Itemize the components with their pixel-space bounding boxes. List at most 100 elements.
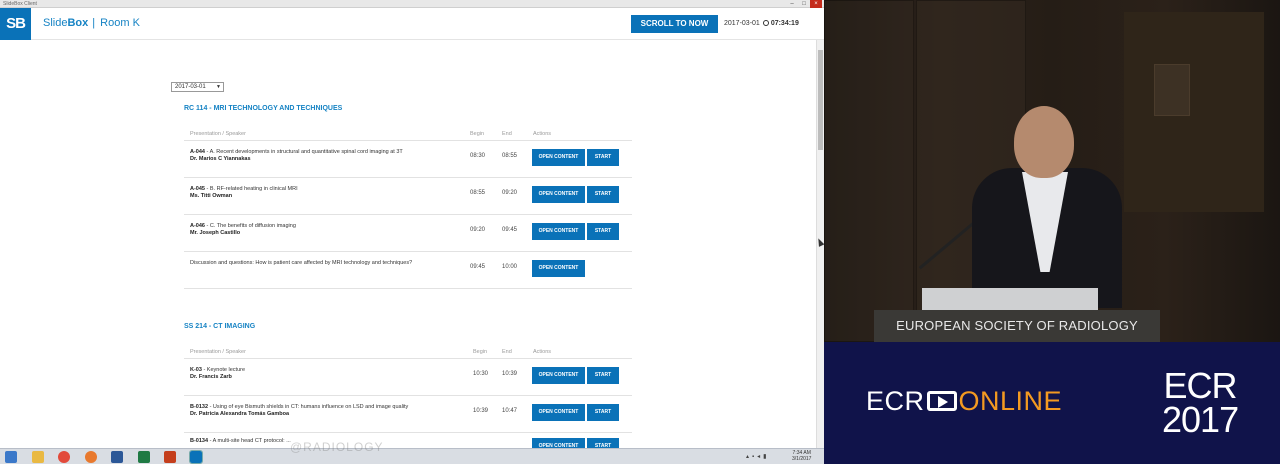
presentation-title: - C. The benefits of diffusion imaging (204, 223, 296, 229)
table-row: B-0132 - Using of eye Bismuth shields in… (184, 404, 632, 424)
room-name: Room K (100, 17, 140, 29)
divider (184, 140, 632, 141)
chrome-icon[interactable] (58, 451, 70, 463)
col-presentation: Presentation / Speaker (190, 131, 246, 137)
presentation-title: Discussion and questions: How is patient… (190, 260, 413, 266)
presentation-title: - Using of eye Bismuth shields in CT: hu… (208, 404, 409, 410)
tray-date: 3/1/2017 (792, 456, 812, 462)
open-content-button[interactable]: OPEN CONTENT (532, 223, 585, 240)
speaker-video: EUROPEAN SOCIETY OF RADIOLOGY (824, 0, 1280, 342)
slidebox-taskbar-icon[interactable] (189, 450, 203, 464)
wall-panel (824, 0, 914, 342)
podium: EUROPEAN SOCIETY OF RADIOLOGY (874, 310, 1160, 342)
online-text: ONLINE (958, 386, 1063, 416)
presentation-cell: Discussion and questions: How is patient… (190, 260, 460, 267)
divider (184, 177, 632, 178)
col-presentation: Presentation / Speaker (190, 349, 246, 355)
open-content-button[interactable]: OPEN CONTENT (532, 404, 585, 421)
scroll-to-now-button[interactable]: SCROLL TO NOW (631, 15, 718, 33)
col-actions: Actions (533, 131, 552, 137)
podium-label: EUROPEAN SOCIETY OF RADIOLOGY (896, 318, 1138, 333)
window-controls: – □ × (786, 0, 822, 8)
current-date: 2017-03-01 (724, 20, 760, 27)
end-time: 08:55 (502, 153, 518, 159)
start-button[interactable]: START (587, 367, 619, 384)
presentation-title: - Keynote lecture (201, 367, 246, 373)
date-select[interactable]: 2017-03-01 ▼ (171, 82, 224, 92)
start-button[interactable]: START (587, 404, 619, 421)
presentation-code: B-0132 (190, 404, 209, 410)
end-time: 10:00 (502, 264, 518, 270)
speaker-head (1014, 106, 1074, 178)
open-content-button[interactable]: OPEN CONTENT (532, 149, 585, 166)
presentation-cell: K-03 - Keynote lecture Dr. Francis Zarb (190, 367, 460, 381)
tray-clock[interactable]: 7:34 AM 3/1/2017 (792, 450, 811, 462)
presentation-title: - A multi-site head CT protocol: ... (208, 438, 291, 444)
powerpoint-icon[interactable] (164, 451, 176, 463)
screen-capture: SlideBox Client – □ × SB SlideBox | Room … (0, 0, 824, 464)
tray-icons[interactable]: ▴▪◂▮ (746, 453, 769, 460)
scrollbar-thumb[interactable] (818, 50, 823, 150)
open-content-button[interactable]: OPEN CONTENT (532, 186, 585, 203)
col-begin: Begin (470, 131, 485, 137)
col-begin: Begin (473, 349, 488, 355)
divider (184, 358, 632, 359)
start-button[interactable]: START (587, 223, 619, 240)
presentation-code: K-03 (190, 367, 202, 373)
begin-time: 10:39 (473, 408, 489, 414)
session-title: SS 214 - CT IMAGING (184, 323, 256, 330)
ecr-online-logo: ECR ONLINE (866, 386, 1062, 417)
ecr-2017-logo: ECR 2017 (1162, 368, 1239, 440)
table-row: Discussion and questions: How is patient… (184, 260, 632, 280)
presentation-cell: A-044 - A. Recent developments in struct… (190, 149, 460, 163)
presentation-code: A-045 (190, 186, 205, 192)
start-button[interactable]: START (587, 186, 619, 203)
close-icon[interactable]: × (810, 0, 822, 8)
table-row: K-03 - Keynote lecture Dr. Francis Zarb … (184, 367, 632, 387)
presentation-cell: B-0132 - Using of eye Bismuth shields in… (190, 404, 460, 418)
background-door (1124, 12, 1264, 212)
divider (184, 251, 632, 252)
slidebox-logo: SB (0, 8, 31, 40)
maximize-icon[interactable]: □ (798, 0, 810, 8)
begin-time: 09:20 (470, 227, 486, 233)
open-content-button[interactable]: OPEN CONTENT (532, 260, 585, 277)
start-button[interactable]: START (587, 149, 619, 166)
divider (184, 288, 632, 289)
ecr-year-bottom: 2017 (1162, 399, 1239, 440)
excel-icon[interactable] (138, 451, 150, 463)
presentation-title: - B. RF-related heating in clinical MRI (204, 186, 298, 192)
datetime: 2017-03-01 07:34:19 (724, 20, 799, 27)
start-icon[interactable] (5, 451, 17, 463)
file-explorer-icon[interactable] (32, 451, 44, 463)
open-content-button[interactable]: OPEN CONTENT (532, 367, 585, 384)
presentation-cell: A-046 - C. The benefits of diffusion ima… (190, 223, 460, 237)
word-icon[interactable] (111, 451, 123, 463)
table-row: A-044 - A. Recent developments in struct… (184, 149, 632, 169)
col-actions: Actions (533, 349, 552, 355)
minimize-icon[interactable]: – (786, 0, 798, 8)
presentation-code: A-044 (190, 149, 205, 155)
play-icon (926, 391, 957, 411)
date-select-value: 2017-03-01 (175, 84, 206, 90)
root: SlideBox Client – □ × SB SlideBox | Room … (0, 0, 1280, 464)
end-time: 10:39 (502, 371, 518, 377)
begin-time: 08:30 (470, 153, 486, 159)
presentation-code: A-046 (190, 223, 205, 229)
ecr-banner: ECR ONLINE ECR 2017 (824, 342, 1280, 464)
firefox-icon[interactable] (85, 451, 97, 463)
session-title: RC 114 - MRI TECHNOLOGY AND TECHNIQUES (184, 105, 343, 112)
current-time: 07:34:19 (770, 20, 799, 27)
divider (184, 214, 632, 215)
window-titlebar: SlideBox Client – □ × (0, 0, 824, 8)
end-time: 09:20 (502, 190, 518, 196)
ecr-text: ECR (866, 386, 925, 416)
speaker-name: Dr. Marios C Yiannakas (190, 156, 251, 162)
brand: SlideBox | Room K (43, 17, 140, 29)
presentation-code: B-0134 (190, 438, 209, 444)
presentation-title: - A. Recent developments in structural a… (204, 149, 403, 155)
app-header: SB SlideBox | Room K SCROLL TO NOW 2017-0… (0, 8, 824, 40)
end-time: 09:45 (502, 227, 518, 233)
begin-time: 10:30 (473, 371, 489, 377)
presentation-cell: A-045 - B. RF-related heating in clinica… (190, 186, 460, 200)
